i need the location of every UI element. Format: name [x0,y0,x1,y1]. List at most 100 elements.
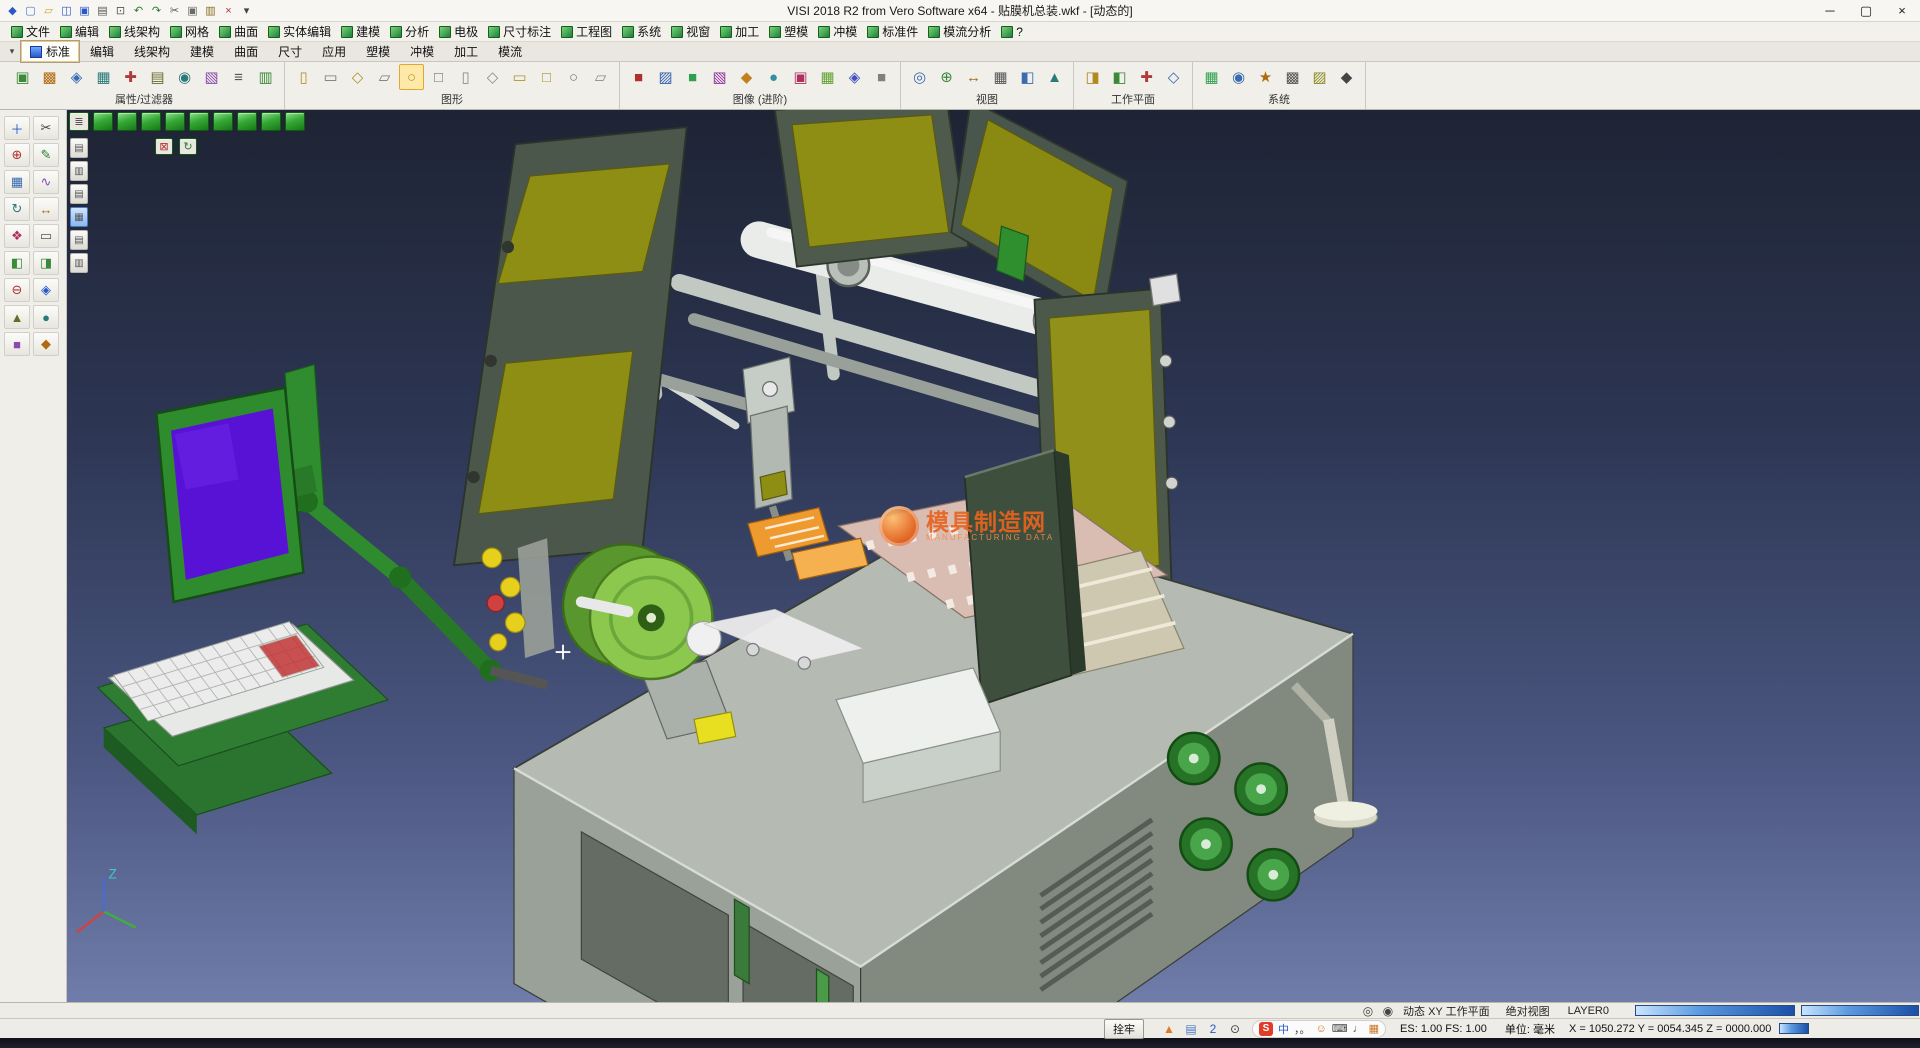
qat-dropdown-icon[interactable]: ▾ [238,2,255,19]
half-shade-right-icon[interactable]: ◨ [33,251,59,275]
menu-mesh[interactable]: 网格 [165,22,214,41]
layer-label[interactable]: LAYER0 [1568,1005,1609,1017]
tab-die[interactable]: 冲模 [400,40,444,63]
graphics-cylinder-icon[interactable]: ▯ [291,64,316,90]
menu-edit[interactable]: 编辑 [55,22,104,41]
side-tool-icon-4[interactable]: ▦ [70,207,88,227]
circle-tool-icon[interactable]: ● [33,305,59,329]
view-grid-icon[interactable]: ▦ [988,64,1013,90]
mesh-icon[interactable]: ▦ [4,170,30,194]
menu-machining[interactable]: 加工 [715,22,764,41]
lock-button[interactable]: 拴牢 [1104,1019,1144,1039]
render-wireframe-icon[interactable]: ▨ [653,64,678,90]
view-refresh-icon[interactable]: ↻ [179,138,197,155]
graphics-sheet-icon[interactable]: ▱ [588,64,613,90]
tab-dimension[interactable]: 尺寸 [268,40,312,63]
graphics-plate-icon[interactable]: ▭ [507,64,532,90]
menu-standard-parts[interactable]: 标准件 [862,22,923,41]
render-section-icon[interactable]: ▦ [815,64,840,90]
side-tool-icon-1[interactable]: ▤ [70,138,88,158]
tab-surface[interactable]: 曲面 [224,40,268,63]
render-settings-icon[interactable]: ■ [869,64,894,90]
visi-logo-icon[interactable]: ◆ [4,2,21,19]
ime-emoji-icon[interactable]: ☺ [1316,1021,1327,1037]
filter-type-icon[interactable]: ▤ [145,64,170,90]
profiles-icon[interactable]: 2 [1204,1021,1222,1037]
graphics-sphere-icon[interactable]: ○ [399,64,424,90]
workplane-target-icon[interactable]: ◎ [1359,1003,1377,1019]
palette-icon[interactable]: ❖ [4,224,30,248]
diamond-tool-icon[interactable]: ◆ [33,332,59,356]
menu-electrode[interactable]: 电极 [434,22,483,41]
print-icon[interactable]: ▤ [94,2,111,19]
menu-die[interactable]: 冲模 [813,22,862,41]
triangle-tool-icon[interactable]: ▲ [4,305,30,329]
square-tool-icon[interactable]: ■ [4,332,30,356]
ime-keyboard-icon[interactable]: ⌨ [1332,1021,1348,1037]
gem-icon[interactable]: ◈ [33,278,59,302]
render-material-icon[interactable]: ◆ [734,64,759,90]
system-snap-icon[interactable]: ★ [1253,64,1278,90]
view-orbit-icon[interactable]: ◎ [907,64,932,90]
rotate-view-icon[interactable]: ↻ [4,197,30,221]
copy-icon[interactable]: ▣ [184,2,201,19]
erase-icon[interactable]: ▭ [33,224,59,248]
close-button[interactable]: × [1884,0,1920,21]
render-hidden-icon[interactable]: ■ [680,64,705,90]
menu-wireframe[interactable]: 线架构 [104,22,165,41]
maximize-button[interactable]: ▢ [1848,0,1884,21]
ime-mic-icon[interactable]: ♩ [1353,1021,1364,1037]
ime-language-chinese[interactable]: 中 [1278,1021,1289,1037]
filter-list-icon[interactable]: ≡ [226,64,251,90]
render-shaded-icon[interactable]: ■ [626,64,651,90]
graphics-prism-icon[interactable]: ▱ [372,64,397,90]
sketch-icon[interactable]: ✎ [33,143,59,167]
snap-point-icon[interactable]: ⊕ [4,143,30,167]
redo-icon[interactable]: ↷ [148,2,165,19]
view-list-icon[interactable]: ≣ [69,112,89,131]
menu-solid-edit[interactable]: 实体编辑 [263,22,336,41]
render-shadow-icon[interactable]: ▣ [788,64,813,90]
save-all-icon[interactable]: ▣ [76,2,93,19]
menu-surface[interactable]: 曲面 [214,22,263,41]
menu-mold[interactable]: 塑模 [764,22,813,41]
move-icon[interactable]: ↔ [33,197,59,221]
tab-application[interactable]: 应用 [312,40,356,63]
system-grid-icon[interactable]: ▩ [1280,64,1305,90]
sogou-logo-icon[interactable]: S [1259,1022,1273,1036]
menu-window[interactable]: 视窗 [666,22,715,41]
system-pattern-icon[interactable]: ▨ [1307,64,1332,90]
minimize-button[interactable]: ─ [1812,0,1848,21]
view-cube-left-icon[interactable] [213,112,233,131]
graphics-box-icon[interactable]: □ [426,64,451,90]
remove-icon[interactable]: ⊖ [4,278,30,302]
attribute-style-icon[interactable]: ▣ [10,64,35,90]
view-cube-top-icon[interactable] [117,112,137,131]
search-icon[interactable]: ⊙ [1226,1021,1244,1037]
view-cube-se-icon[interactable] [285,112,305,131]
layer-manager-icon[interactable]: ◈ [64,64,89,90]
workplane-left-icon[interactable]: ◧ [1107,64,1132,90]
graphics-wedge-icon[interactable]: ◇ [480,64,505,90]
save-icon[interactable]: ◫ [58,2,75,19]
workplane-right-icon[interactable]: ◨ [1080,64,1105,90]
zoom-in-icon[interactable]: ＋ [4,116,30,140]
render-light-icon[interactable]: ● [761,64,786,90]
graphics-cube-icon[interactable]: □ [534,64,559,90]
open-file-icon[interactable]: ▱ [40,2,57,19]
view-cube-bottom-icon[interactable] [237,112,257,131]
curve-icon[interactable]: ∿ [33,170,59,194]
side-tool-icon-6[interactable]: ▥ [70,253,88,273]
side-tool-icon-5[interactable]: ▤ [70,230,88,250]
menu-file[interactable]: 文件 [6,22,55,41]
undo-icon[interactable]: ↶ [130,2,147,19]
render-texture-icon[interactable]: ▧ [707,64,732,90]
side-tool-icon-2[interactable]: ▥ [70,161,88,181]
graphics-disc-icon[interactable]: ○ [561,64,586,90]
filter-add-icon[interactable]: ✚ [118,64,143,90]
graphics-block-icon[interactable]: ▭ [318,64,343,90]
view-iso-icon[interactable]: ▲ [1042,64,1067,90]
system-colors-icon[interactable]: ▦ [1199,64,1224,90]
view-zoom-fit-icon[interactable]: ⊕ [934,64,959,90]
plot-preview-icon[interactable]: ⊡ [112,2,129,19]
